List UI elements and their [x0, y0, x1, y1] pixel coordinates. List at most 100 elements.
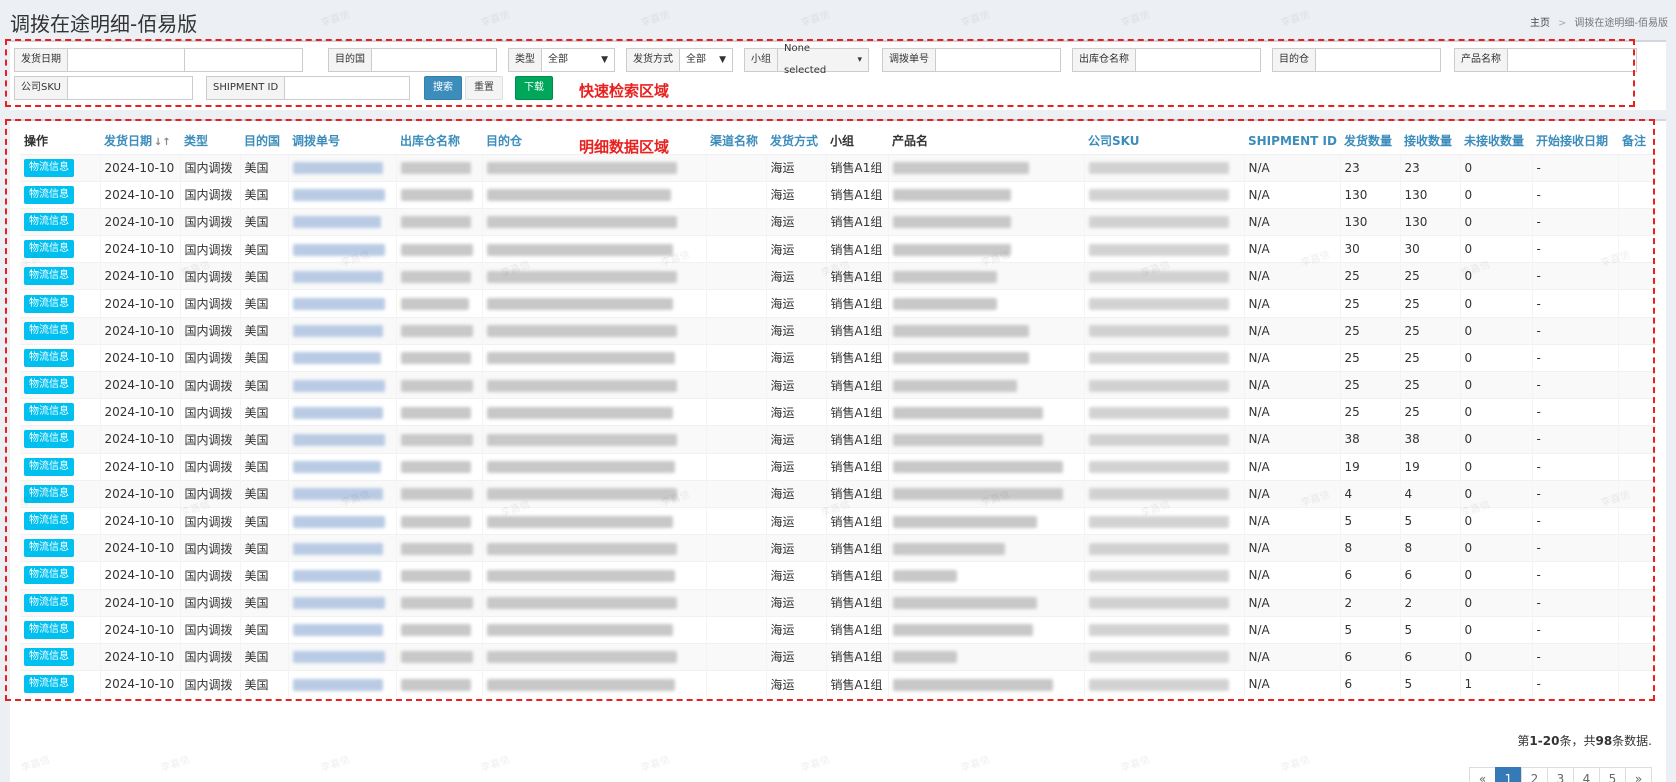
product-name-input[interactable] — [1507, 48, 1637, 72]
cell-transfer-no[interactable] — [287, 316, 396, 345]
logistics-info-button[interactable]: 物流信息 — [24, 185, 74, 204]
cell-transfer-no[interactable] — [287, 235, 396, 263]
pagination-page[interactable]: 4 — [1573, 767, 1600, 782]
cell-out-warehouse — [395, 479, 482, 508]
reset-button[interactable]: 重置 — [465, 76, 503, 100]
col-country[interactable]: 目的国 — [240, 128, 288, 155]
cell-sent-qty: 25 — [1339, 370, 1400, 399]
cell-transfer-no[interactable] — [287, 561, 396, 589]
summary-total: 98 — [1595, 734, 1613, 748]
ship-date-start-input[interactable] — [67, 48, 185, 72]
col-type[interactable]: 类型 — [180, 128, 240, 155]
cell-sent-qty: 25 — [1339, 343, 1400, 372]
col-remark[interactable]: 备注 — [1618, 128, 1656, 155]
logistics-info-button[interactable]: 物流信息 — [24, 212, 74, 231]
logistics-info-button[interactable]: 物流信息 — [24, 158, 74, 177]
pagination-page[interactable]: 3 — [1547, 767, 1574, 782]
cell-transfer-no[interactable] — [287, 262, 396, 290]
logistics-info-button[interactable]: 物流信息 — [24, 566, 74, 585]
redacted-product-name — [892, 651, 957, 664]
cell-transfer-no[interactable] — [287, 370, 396, 399]
logistics-info-button[interactable]: 物流信息 — [24, 348, 74, 367]
col-out-warehouse[interactable]: 出库仓名称 — [396, 128, 482, 155]
cell-channel — [705, 479, 766, 508]
pagination-next[interactable]: » — [1625, 767, 1652, 782]
logistics-info-button[interactable]: 物流信息 — [24, 484, 74, 503]
company-sku-input[interactable] — [66, 76, 193, 100]
pagination-prev[interactable]: « — [1469, 767, 1496, 782]
cell-type: 国内调拨 — [179, 207, 240, 236]
group-multiselect[interactable]: None selected ▾ — [777, 43, 869, 76]
cell-transfer-no[interactable] — [287, 615, 396, 644]
logistics-info-button[interactable]: 物流信息 — [24, 430, 74, 449]
pagination-page[interactable]: 5 — [1599, 767, 1626, 782]
cell-out-warehouse — [395, 207, 482, 236]
pagination-page[interactable]: 2 — [1521, 767, 1548, 782]
col-received-qty[interactable]: 接收数量 — [1400, 128, 1460, 155]
col-ship-date[interactable]: 发货日期 ↓↑ — [100, 128, 180, 155]
logistics-info-button[interactable]: 物流信息 — [24, 647, 74, 666]
col-channel[interactable]: 渠道名称 — [706, 128, 766, 155]
cell-transfer-no[interactable] — [287, 398, 396, 426]
cell-product-name — [887, 425, 1084, 454]
dest-country-input[interactable] — [371, 48, 497, 72]
col-transfer-no[interactable]: 调拨单号 — [288, 128, 396, 155]
cell-group: 销售A1组 — [825, 642, 888, 671]
cell-dest-warehouse — [481, 207, 706, 236]
shipment-id-input[interactable] — [284, 76, 411, 100]
cell-transfer-no[interactable] — [287, 534, 396, 562]
logistics-info-button[interactable]: 物流信息 — [24, 294, 74, 313]
cell-remark — [1617, 670, 1656, 698]
logistics-info-button[interactable]: 物流信息 — [24, 593, 74, 612]
cell-transfer-no[interactable] — [287, 452, 396, 481]
cell-ship-date: 2024-10-10 — [99, 370, 180, 399]
cell-transfer-no[interactable] — [287, 670, 396, 698]
type-select[interactable]: 全部 ▼ — [541, 48, 615, 72]
logistics-info-button[interactable]: 物流信息 — [24, 403, 74, 422]
col-ship-method[interactable]: 发货方式 — [766, 128, 826, 155]
logistics-info-button[interactable]: 物流信息 — [24, 321, 74, 340]
col-start-date[interactable]: 开始接收日期 — [1532, 128, 1618, 155]
cell-transfer-no[interactable] — [287, 180, 396, 209]
pagination-page[interactable]: 1 — [1495, 767, 1522, 782]
out-warehouse-input[interactable] — [1135, 48, 1261, 72]
logistics-info-button[interactable]: 物流信息 — [24, 675, 74, 694]
table-row: 物流信息 2024-10-10 国内调拨 美国 海运 销售A1组 N/A 130 130 0- — [20, 180, 1656, 209]
cell-transfer-no[interactable] — [287, 153, 396, 182]
cell-channel — [705, 642, 766, 671]
cell-transfer-no[interactable] — [287, 588, 396, 617]
cell-transfer-no[interactable] — [287, 506, 396, 535]
logistics-info-button[interactable]: 物流信息 — [24, 539, 74, 558]
dest-warehouse-input[interactable] — [1315, 48, 1441, 72]
cell-transfer-no[interactable] — [287, 207, 396, 236]
logistics-info-button[interactable]: 物流信息 — [24, 376, 74, 395]
cell-start-date: - — [1531, 534, 1618, 562]
cell-transfer-no[interactable] — [287, 425, 396, 454]
row-action-cell: 物流信息 — [20, 153, 100, 182]
search-button[interactable]: 搜索 — [424, 76, 462, 100]
cell-transfer-no[interactable] — [287, 289, 396, 318]
breadcrumb-home[interactable]: 主页 — [1530, 18, 1550, 29]
cell-dest-warehouse — [481, 425, 706, 454]
cell-transfer-no[interactable] — [287, 479, 396, 508]
redacted-dest-warehouse — [486, 624, 673, 637]
cell-ship-date: 2024-10-10 — [99, 235, 180, 263]
cell-transfer-no[interactable] — [287, 642, 396, 671]
col-company-sku[interactable]: 公司SKU — [1084, 128, 1244, 155]
cell-sent-qty: 30 — [1339, 235, 1400, 263]
ship-method-select[interactable]: 全部 ▼ — [679, 48, 733, 72]
logistics-info-button[interactable]: 物流信息 — [24, 512, 74, 531]
ship-date-end-input[interactable] — [185, 48, 303, 72]
transfer-no-input[interactable] — [935, 48, 1061, 72]
logistics-info-button[interactable]: 物流信息 — [24, 267, 74, 286]
col-shipment-id[interactable]: SHIPMENT ID — [1244, 128, 1340, 155]
logistics-info-button[interactable]: 物流信息 — [24, 240, 74, 259]
col-sent-qty[interactable]: 发货数量 — [1340, 128, 1400, 155]
logistics-info-button[interactable]: 物流信息 — [24, 620, 74, 639]
col-pending-qty[interactable]: 未接收数量 — [1460, 128, 1532, 155]
redacted-out-warehouse — [400, 406, 471, 419]
cell-pending-qty: 1 — [1459, 670, 1532, 698]
logistics-info-button[interactable]: 物流信息 — [24, 457, 74, 476]
cell-transfer-no[interactable] — [287, 343, 396, 372]
download-button[interactable]: 下载 — [515, 76, 553, 100]
